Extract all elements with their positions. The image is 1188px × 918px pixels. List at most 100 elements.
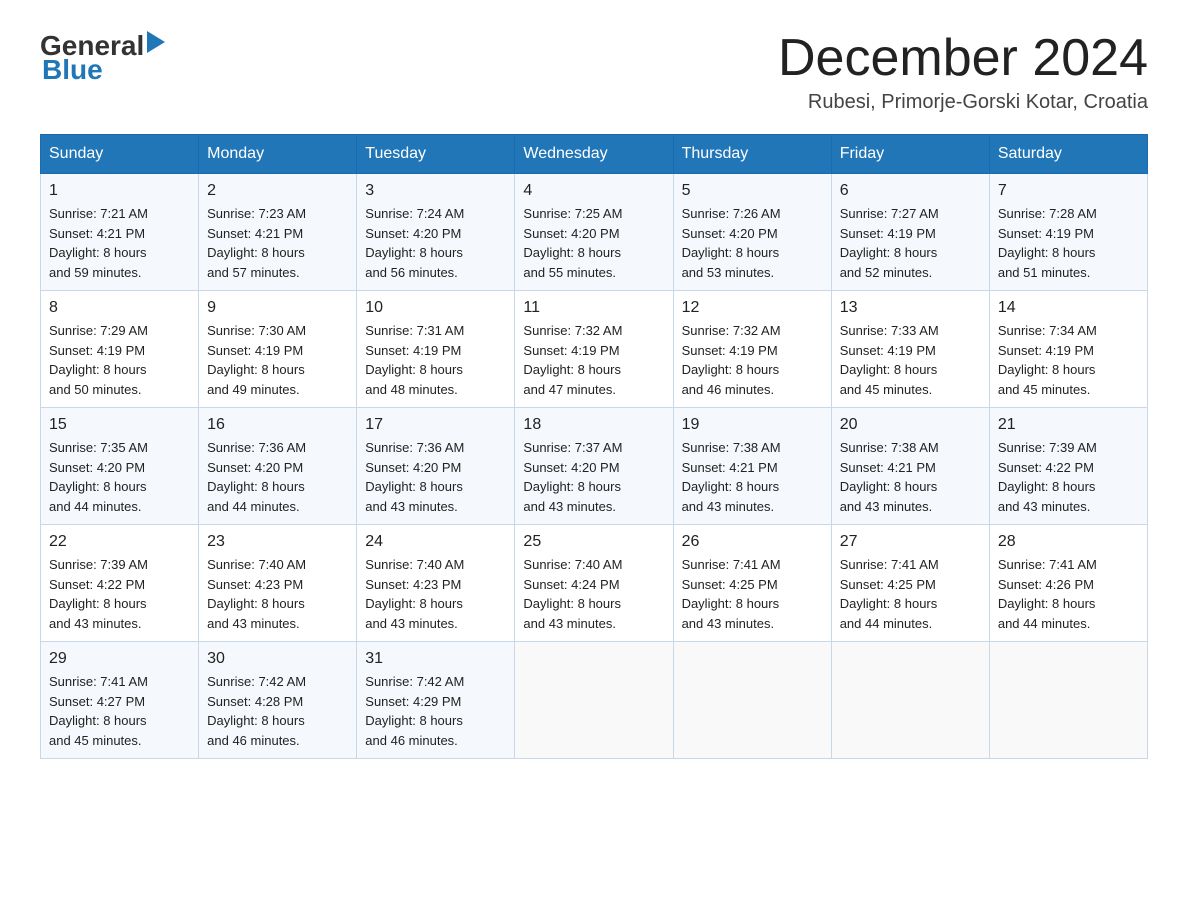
header-sunday: Sunday: [41, 135, 199, 174]
day-info: Sunrise: 7:38 AM Sunset: 4:21 PM Dayligh…: [840, 438, 981, 516]
table-row: [989, 642, 1147, 759]
header-wednesday: Wednesday: [515, 135, 673, 174]
month-title: December 2024: [778, 30, 1148, 87]
day-number: 11: [523, 299, 664, 317]
day-info: Sunrise: 7:40 AM Sunset: 4:24 PM Dayligh…: [523, 555, 664, 633]
day-number: 21: [998, 416, 1139, 434]
day-info: Sunrise: 7:21 AM Sunset: 4:21 PM Dayligh…: [49, 204, 190, 282]
header-monday: Monday: [199, 135, 357, 174]
logo-blue: Blue: [42, 54, 165, 86]
table-row: 24 Sunrise: 7:40 AM Sunset: 4:23 PM Dayl…: [357, 525, 515, 642]
header-thursday: Thursday: [673, 135, 831, 174]
table-row: 9 Sunrise: 7:30 AM Sunset: 4:19 PM Dayli…: [199, 291, 357, 408]
day-number: 29: [49, 650, 190, 668]
table-row: 14 Sunrise: 7:34 AM Sunset: 4:19 PM Dayl…: [989, 291, 1147, 408]
table-row: 25 Sunrise: 7:40 AM Sunset: 4:24 PM Dayl…: [515, 525, 673, 642]
day-info: Sunrise: 7:40 AM Sunset: 4:23 PM Dayligh…: [365, 555, 506, 633]
day-info: Sunrise: 7:33 AM Sunset: 4:19 PM Dayligh…: [840, 321, 981, 399]
table-row: 12 Sunrise: 7:32 AM Sunset: 4:19 PM Dayl…: [673, 291, 831, 408]
table-row: 6 Sunrise: 7:27 AM Sunset: 4:19 PM Dayli…: [831, 174, 989, 291]
day-info: Sunrise: 7:41 AM Sunset: 4:27 PM Dayligh…: [49, 672, 190, 750]
day-info: Sunrise: 7:41 AM Sunset: 4:25 PM Dayligh…: [682, 555, 823, 633]
day-number: 10: [365, 299, 506, 317]
day-number: 18: [523, 416, 664, 434]
day-info: Sunrise: 7:30 AM Sunset: 4:19 PM Dayligh…: [207, 321, 348, 399]
day-number: 3: [365, 182, 506, 200]
day-info: Sunrise: 7:27 AM Sunset: 4:19 PM Dayligh…: [840, 204, 981, 282]
table-row: 4 Sunrise: 7:25 AM Sunset: 4:20 PM Dayli…: [515, 174, 673, 291]
table-row: 30 Sunrise: 7:42 AM Sunset: 4:28 PM Dayl…: [199, 642, 357, 759]
table-row: 28 Sunrise: 7:41 AM Sunset: 4:26 PM Dayl…: [989, 525, 1147, 642]
table-row: 1 Sunrise: 7:21 AM Sunset: 4:21 PM Dayli…: [41, 174, 199, 291]
table-row: 13 Sunrise: 7:33 AM Sunset: 4:19 PM Dayl…: [831, 291, 989, 408]
table-row: 23 Sunrise: 7:40 AM Sunset: 4:23 PM Dayl…: [199, 525, 357, 642]
day-number: 20: [840, 416, 981, 434]
day-number: 2: [207, 182, 348, 200]
calendar-week-row: 15 Sunrise: 7:35 AM Sunset: 4:20 PM Dayl…: [41, 408, 1148, 525]
table-row: 29 Sunrise: 7:41 AM Sunset: 4:27 PM Dayl…: [41, 642, 199, 759]
day-number: 1: [49, 182, 190, 200]
day-number: 12: [682, 299, 823, 317]
day-number: 17: [365, 416, 506, 434]
table-row: 16 Sunrise: 7:36 AM Sunset: 4:20 PM Dayl…: [199, 408, 357, 525]
day-info: Sunrise: 7:23 AM Sunset: 4:21 PM Dayligh…: [207, 204, 348, 282]
table-row: 17 Sunrise: 7:36 AM Sunset: 4:20 PM Dayl…: [357, 408, 515, 525]
day-number: 24: [365, 533, 506, 551]
table-row: 10 Sunrise: 7:31 AM Sunset: 4:19 PM Dayl…: [357, 291, 515, 408]
day-info: Sunrise: 7:39 AM Sunset: 4:22 PM Dayligh…: [998, 438, 1139, 516]
day-info: Sunrise: 7:38 AM Sunset: 4:21 PM Dayligh…: [682, 438, 823, 516]
day-info: Sunrise: 7:42 AM Sunset: 4:29 PM Dayligh…: [365, 672, 506, 750]
calendar-week-row: 22 Sunrise: 7:39 AM Sunset: 4:22 PM Dayl…: [41, 525, 1148, 642]
day-info: Sunrise: 7:31 AM Sunset: 4:19 PM Dayligh…: [365, 321, 506, 399]
day-number: 5: [682, 182, 823, 200]
day-number: 27: [840, 533, 981, 551]
day-number: 30: [207, 650, 348, 668]
day-number: 26: [682, 533, 823, 551]
day-number: 9: [207, 299, 348, 317]
table-row: 20 Sunrise: 7:38 AM Sunset: 4:21 PM Dayl…: [831, 408, 989, 525]
day-number: 22: [49, 533, 190, 551]
weekday-header-row: Sunday Monday Tuesday Wednesday Thursday…: [41, 135, 1148, 174]
day-info: Sunrise: 7:41 AM Sunset: 4:25 PM Dayligh…: [840, 555, 981, 633]
table-row: 18 Sunrise: 7:37 AM Sunset: 4:20 PM Dayl…: [515, 408, 673, 525]
table-row: 19 Sunrise: 7:38 AM Sunset: 4:21 PM Dayl…: [673, 408, 831, 525]
day-info: Sunrise: 7:32 AM Sunset: 4:19 PM Dayligh…: [682, 321, 823, 399]
table-row: 3 Sunrise: 7:24 AM Sunset: 4:20 PM Dayli…: [357, 174, 515, 291]
day-number: 23: [207, 533, 348, 551]
header-friday: Friday: [831, 135, 989, 174]
location: Rubesi, Primorje-Gorski Kotar, Croatia: [778, 91, 1148, 114]
day-info: Sunrise: 7:32 AM Sunset: 4:19 PM Dayligh…: [523, 321, 664, 399]
table-row: [515, 642, 673, 759]
table-row: 2 Sunrise: 7:23 AM Sunset: 4:21 PM Dayli…: [199, 174, 357, 291]
table-row: 27 Sunrise: 7:41 AM Sunset: 4:25 PM Dayl…: [831, 525, 989, 642]
day-info: Sunrise: 7:41 AM Sunset: 4:26 PM Dayligh…: [998, 555, 1139, 633]
day-info: Sunrise: 7:37 AM Sunset: 4:20 PM Dayligh…: [523, 438, 664, 516]
day-number: 6: [840, 182, 981, 200]
table-row: [673, 642, 831, 759]
day-number: 28: [998, 533, 1139, 551]
calendar-table: Sunday Monday Tuesday Wednesday Thursday…: [40, 134, 1148, 759]
day-info: Sunrise: 7:35 AM Sunset: 4:20 PM Dayligh…: [49, 438, 190, 516]
table-row: 26 Sunrise: 7:41 AM Sunset: 4:25 PM Dayl…: [673, 525, 831, 642]
day-info: Sunrise: 7:42 AM Sunset: 4:28 PM Dayligh…: [207, 672, 348, 750]
day-number: 16: [207, 416, 348, 434]
page-header: General Blue December 2024 Rubesi, Primo…: [40, 30, 1148, 114]
logo-arrow-icon: [147, 31, 165, 58]
calendar-week-row: 8 Sunrise: 7:29 AM Sunset: 4:19 PM Dayli…: [41, 291, 1148, 408]
day-info: Sunrise: 7:24 AM Sunset: 4:20 PM Dayligh…: [365, 204, 506, 282]
calendar-week-row: 29 Sunrise: 7:41 AM Sunset: 4:27 PM Dayl…: [41, 642, 1148, 759]
table-row: 31 Sunrise: 7:42 AM Sunset: 4:29 PM Dayl…: [357, 642, 515, 759]
day-number: 13: [840, 299, 981, 317]
day-number: 25: [523, 533, 664, 551]
table-row: [831, 642, 989, 759]
day-number: 14: [998, 299, 1139, 317]
table-row: 5 Sunrise: 7:26 AM Sunset: 4:20 PM Dayli…: [673, 174, 831, 291]
day-info: Sunrise: 7:25 AM Sunset: 4:20 PM Dayligh…: [523, 204, 664, 282]
day-number: 15: [49, 416, 190, 434]
day-info: Sunrise: 7:28 AM Sunset: 4:19 PM Dayligh…: [998, 204, 1139, 282]
table-row: 8 Sunrise: 7:29 AM Sunset: 4:19 PM Dayli…: [41, 291, 199, 408]
day-info: Sunrise: 7:39 AM Sunset: 4:22 PM Dayligh…: [49, 555, 190, 633]
day-info: Sunrise: 7:29 AM Sunset: 4:19 PM Dayligh…: [49, 321, 190, 399]
day-number: 19: [682, 416, 823, 434]
day-number: 4: [523, 182, 664, 200]
